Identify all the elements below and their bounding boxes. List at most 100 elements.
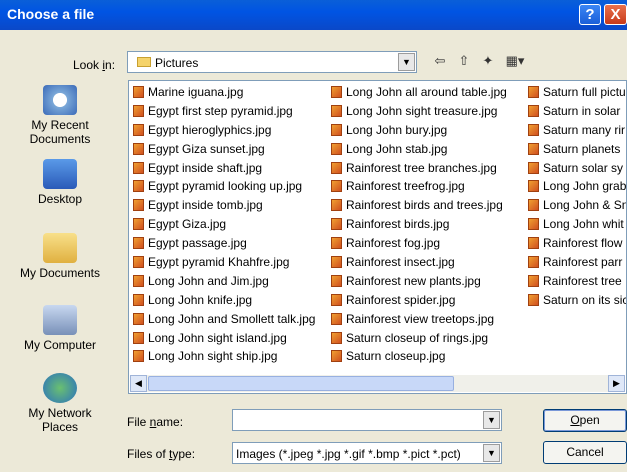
file-item[interactable]: Rainforest birds and trees.jpg: [329, 196, 507, 215]
scroll-thumb[interactable]: [148, 376, 454, 391]
file-item[interactable]: Rainforest view treetops.jpg: [329, 310, 507, 329]
file-item[interactable]: Rainforest birds.jpg: [329, 215, 507, 234]
new-folder-icon[interactable]: ✦: [478, 53, 498, 71]
file-name-input[interactable]: ▼: [232, 409, 502, 431]
file-item-label: Egypt Giza sunset.jpg: [148, 141, 265, 156]
place-my-documents[interactable]: My Documents: [4, 233, 116, 280]
files-of-type-dropdown[interactable]: Images (*.jpeg *.jpg *.gif *.bmp *.pict …: [232, 442, 502, 464]
image-file-icon: [528, 218, 539, 231]
file-item-label: Saturn full pictu: [543, 85, 626, 99]
file-item[interactable]: Rainforest fog.jpg: [329, 234, 507, 253]
file-item[interactable]: Egypt passage.jpg: [131, 234, 315, 253]
file-item-label: Saturn closeup of rings.jpg: [346, 330, 489, 345]
file-item[interactable]: Long John and Jim.jpg: [131, 272, 315, 291]
file-item[interactable]: Rainforest tree branches.jpg: [329, 159, 507, 178]
file-item[interactable]: Rainforest new plants.jpg: [329, 272, 507, 291]
file-item[interactable]: Saturn full pictu: [526, 83, 626, 102]
open-button[interactable]: Open: [543, 409, 627, 432]
file-item[interactable]: Long John whit: [526, 215, 626, 234]
file-item-label: Long John and Smollett talk.jpg: [148, 311, 316, 326]
file-item-label: Egypt passage.jpg: [148, 236, 247, 251]
file-item[interactable]: Long John bury.jpg: [329, 121, 507, 140]
file-item[interactable]: Long John & Sn: [526, 196, 627, 215]
file-item-label: Rainforest new plants.jpg: [346, 273, 481, 288]
image-file-icon: [331, 312, 342, 325]
image-file-icon: [133, 218, 144, 231]
file-item-label: Egypt pyramid looking up.jpg: [148, 179, 303, 194]
up-folder-icon[interactable]: ⇧: [454, 53, 474, 71]
file-item[interactable]: Long John knife.jpg: [131, 291, 315, 310]
image-file-icon: [331, 274, 342, 287]
place-my-network-places[interactable]: My Network Places: [4, 373, 116, 434]
file-item[interactable]: Egypt Giza sunset.jpg: [131, 140, 315, 159]
file-item-label: Rainforest fog.jpg: [346, 236, 441, 251]
file-item[interactable]: Saturn in solar: [526, 102, 626, 121]
look-in-dropdown[interactable]: Pictures ▼: [127, 51, 417, 73]
file-item[interactable]: Saturn closeup.jpg: [329, 347, 507, 366]
file-item-label: Long John and Jim.jpg: [148, 273, 269, 288]
file-item-label: Long John sight ship.jpg: [148, 349, 278, 364]
file-item[interactable]: Long John sight ship.jpg: [131, 347, 315, 366]
cancel-button[interactable]: Cancel: [543, 441, 627, 464]
image-file-icon: [528, 180, 539, 193]
image-file-icon: [331, 161, 342, 174]
place-label: My Network Places: [28, 406, 92, 434]
file-item[interactable]: Saturn many rir: [526, 121, 626, 140]
file-item-label: Egypt inside shaft.jpg: [148, 160, 263, 175]
file-item[interactable]: Long John sight treasure.jpg: [329, 102, 507, 121]
file-item[interactable]: Long John all around table.jpg: [329, 83, 507, 102]
file-item[interactable]: Rainforest treefrog.jpg: [329, 177, 507, 196]
file-item[interactable]: Rainforest spider.jpg: [329, 291, 507, 310]
places-bar: My Recent Documents Desktop My Documents…: [0, 79, 120, 451]
recent-documents-icon: [43, 85, 77, 115]
file-item[interactable]: Saturn solar sy: [526, 159, 626, 178]
file-name-label: File name:: [127, 415, 184, 429]
file-item-label: Saturn solar sy: [543, 160, 624, 175]
horizontal-scrollbar[interactable]: ◀ ▶: [130, 375, 625, 392]
place-desktop[interactable]: Desktop: [4, 159, 116, 206]
image-file-icon: [331, 123, 342, 136]
scroll-left-icon[interactable]: ◀: [130, 375, 147, 392]
file-item[interactable]: Long John and Smollett talk.jpg: [131, 310, 315, 329]
title-bar[interactable]: Choose a file ? X: [0, 0, 627, 30]
image-file-icon: [331, 293, 342, 306]
image-file-icon: [133, 104, 144, 117]
chevron-down-icon[interactable]: ▼: [483, 411, 500, 429]
file-item[interactable]: Egypt first step pyramid.jpg: [131, 102, 315, 121]
file-item[interactable]: Marine iguana.jpg: [131, 83, 315, 102]
chevron-down-icon[interactable]: ▼: [483, 444, 500, 462]
file-item-label: Rainforest birds and trees.jpg: [346, 198, 503, 213]
place-my-recent-documents[interactable]: My Recent Documents: [4, 85, 116, 146]
file-item[interactable]: Long John sight island.jpg: [131, 329, 315, 348]
chevron-down-icon[interactable]: ▼: [398, 53, 415, 71]
file-item[interactable]: Saturn on its sic: [526, 291, 626, 310]
back-arrow-icon[interactable]: ⇦: [430, 53, 450, 71]
file-item[interactable]: Long John stab.jpg: [329, 140, 507, 159]
file-item[interactable]: Egypt pyramid Khahfre.jpg: [131, 253, 315, 272]
file-item[interactable]: Egypt inside shaft.jpg: [131, 159, 315, 178]
file-item[interactable]: Long John grab: [526, 177, 626, 196]
file-list[interactable]: Marine iguana.jpg Egypt first step pyrami…: [128, 80, 627, 394]
file-item[interactable]: Egypt Giza.jpg: [131, 215, 315, 234]
close-button[interactable]: X: [604, 4, 627, 25]
file-item[interactable]: Saturn planets: [526, 140, 626, 159]
dialog-title: Choose a file: [7, 6, 95, 22]
help-button[interactable]: ?: [579, 4, 601, 25]
file-item[interactable]: Rainforest parr: [526, 253, 626, 272]
file-item[interactable]: Egypt pyramid looking up.jpg: [131, 177, 315, 196]
file-item[interactable]: Rainforest tree: [526, 272, 626, 291]
file-item[interactable]: Egypt inside tomb.jpg: [131, 196, 315, 215]
file-item-label: Long John & Sn: [543, 198, 627, 213]
file-item[interactable]: Saturn closeup of rings.jpg: [329, 329, 507, 348]
file-item[interactable]: Egypt hieroglyphics.jpg: [131, 121, 315, 140]
file-item[interactable]: Rainforest insect.jpg: [329, 253, 507, 272]
scroll-right-icon[interactable]: ▶: [608, 375, 625, 392]
place-my-computer[interactable]: My Computer: [4, 305, 116, 352]
file-item-label: Long John sight island.jpg: [148, 330, 287, 345]
image-file-icon: [133, 161, 144, 174]
views-menu-icon[interactable]: ▦▾: [502, 53, 528, 71]
file-item[interactable]: Rainforest flow: [526, 234, 626, 253]
image-file-icon: [528, 293, 539, 306]
file-item-label: Long John bury.jpg: [346, 122, 448, 137]
file-item-label: Rainforest insect.jpg: [346, 255, 455, 270]
